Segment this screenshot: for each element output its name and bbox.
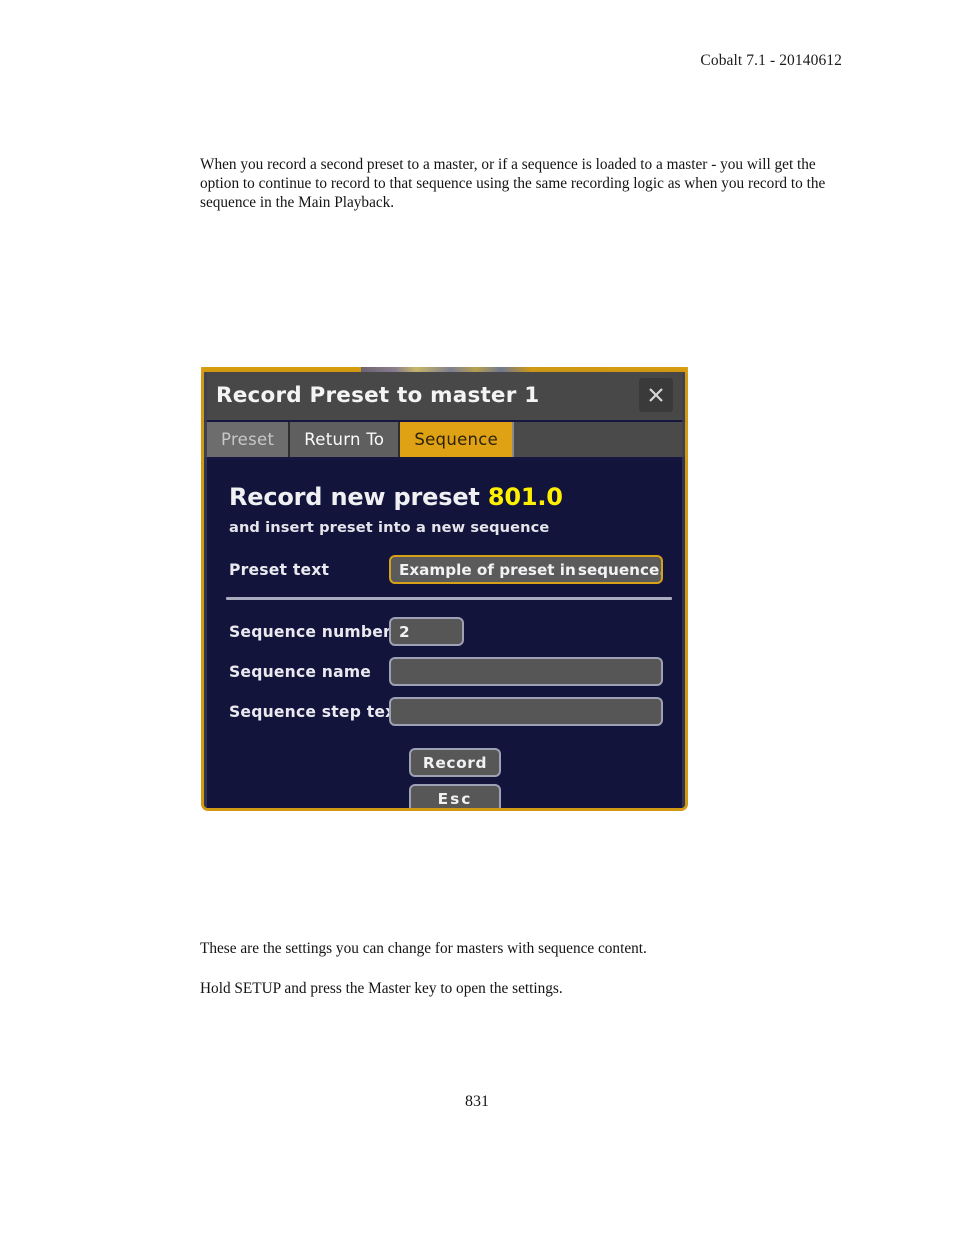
field-row-preset-text: Preset text Example of preset in sequenc…: [229, 555, 663, 584]
sequence-step-text-input[interactable]: [389, 697, 663, 726]
section-divider: [226, 597, 672, 600]
preset-text-input[interactable]: Example of preset in sequence...: [389, 555, 663, 584]
label-sequence-step-text: Sequence step text: [229, 702, 404, 721]
record-preset-dialog-screenshot: Record Preset to master 1 Preset Return …: [201, 367, 688, 811]
record-button[interactable]: Record: [409, 748, 501, 777]
tab-preset[interactable]: Preset: [207, 422, 291, 457]
close-icon: [646, 385, 666, 405]
paragraph-hold-setup: Hold SETUP and press the Master key to o…: [200, 980, 563, 997]
dialog-titlebar: Record Preset to master 1: [204, 370, 685, 422]
field-row-sequence-step-text: Sequence step text: [229, 697, 663, 726]
paragraph-settings: These are the settings you can change fo…: [200, 940, 647, 957]
dialog-tabstrip: Preset Return To Sequence: [204, 422, 685, 460]
sequence-name-input[interactable]: [389, 657, 663, 686]
headline-text: Record new preset: [229, 483, 480, 511]
capture-edge-artifact: [201, 367, 688, 372]
label-sequence-name: Sequence name: [229, 662, 372, 681]
label-sequence-number: Sequence number: [229, 622, 391, 641]
dialog-button-group: Record Esc: [229, 748, 663, 808]
headline-preset-number: 801.0: [487, 483, 563, 511]
dialog-body: Record new preset 801.0 and insert prese…: [204, 460, 685, 808]
field-row-sequence-name: Sequence name: [229, 657, 663, 686]
preset-text-value-after-caret: sequence...: [577, 560, 661, 579]
sequence-number-input[interactable]: 2: [389, 617, 464, 646]
field-row-sequence-number: Sequence number 2: [229, 617, 663, 646]
label-preset-text: Preset text: [229, 560, 330, 579]
dialog-subline: and insert preset into a new sequence: [229, 519, 550, 536]
tab-return-to[interactable]: Return To: [290, 422, 401, 457]
close-button[interactable]: [639, 378, 673, 412]
dialog-left-edge-strip: [204, 370, 207, 808]
tab-sequence[interactable]: Sequence: [400, 422, 515, 457]
paragraph-intro: When you record a second preset to a mas…: [200, 156, 826, 212]
tabstrip-filler: [514, 422, 685, 457]
record-preset-dialog: Record Preset to master 1 Preset Return …: [201, 367, 688, 811]
dialog-headline: Record new preset 801.0: [229, 483, 663, 511]
preset-text-value-before-caret: Example of preset in: [399, 560, 576, 579]
esc-button[interactable]: Esc: [409, 784, 501, 808]
document-header-version: Cobalt 7.1 - 20140612: [700, 52, 842, 69]
dialog-title: Record Preset to master 1: [216, 382, 540, 408]
page-number: 831: [465, 1093, 489, 1110]
dialog-right-edge-strip: [682, 370, 685, 808]
